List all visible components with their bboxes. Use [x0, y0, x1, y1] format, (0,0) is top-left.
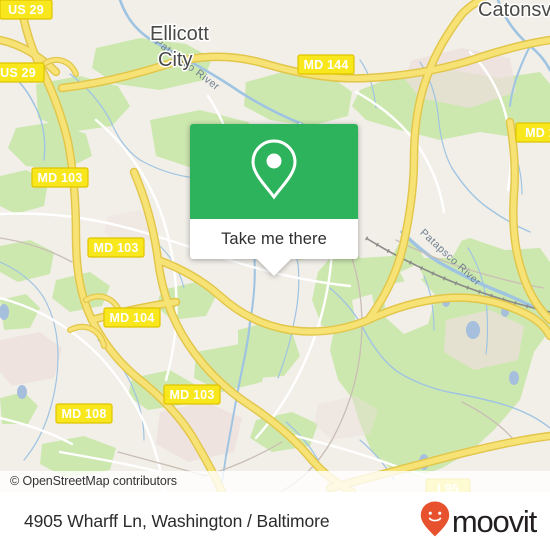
road-shield-md104: MD 104	[103, 307, 161, 328]
svg-text:MD 103: MD 103	[38, 171, 83, 185]
svg-text:US 29: US 29	[0, 66, 36, 80]
svg-text:MD 103: MD 103	[94, 241, 139, 255]
svg-text:MD 144: MD 144	[304, 58, 349, 72]
road-shield-md144: MD 144	[297, 54, 355, 75]
callout-pointer	[257, 259, 291, 276]
city-label-ellicott-city-line2: City	[158, 49, 192, 71]
map-screenshot-root: Patapsco River Patapsco River Ellicott C…	[0, 0, 550, 550]
map-attribution[interactable]: © OpenStreetMap contributors	[0, 471, 550, 492]
road-shield-us29-top: US 29	[0, 0, 53, 20]
map-pin-icon	[250, 138, 298, 205]
city-label-catonsville: Catonsville	[478, 0, 550, 21]
road-shield-md103-upper: MD 103	[31, 167, 89, 188]
road-shield-md103-mid: MD 103	[87, 237, 145, 258]
moovit-wordmark: moovit	[451, 503, 537, 539]
svg-text:MD 104: MD 104	[110, 311, 155, 325]
svg-text:MD 108: MD 108	[62, 407, 107, 421]
city-label-ellicott-city-line1: Ellicott	[150, 23, 209, 45]
callout-header	[190, 124, 358, 219]
road-shield-us29-left: US 29	[0, 62, 45, 83]
road-shield-md108: MD 108	[55, 403, 113, 424]
svg-text:MD 10: MD 10	[525, 126, 550, 140]
road-shield-md103-lower: MD 103	[163, 384, 221, 405]
map-callout-popup[interactable]: Take me there	[190, 124, 358, 276]
callout-footer[interactable]: Take me there	[190, 219, 358, 276]
moovit-smiling-pin-icon	[420, 501, 450, 542]
svg-text:US 29: US 29	[8, 3, 44, 17]
take-me-there-button[interactable]: Take me there	[221, 230, 327, 249]
svg-text:MD 103: MD 103	[170, 388, 215, 402]
road-shield-md10-right: MD 10	[515, 122, 550, 143]
moovit-logo[interactable]: moovit	[420, 501, 537, 542]
address-title: 4905 Wharff Ln, Washington / Baltimore	[24, 510, 330, 531]
footer-bar: 4905 Wharff Ln, Washington / Baltimore m…	[0, 492, 550, 550]
